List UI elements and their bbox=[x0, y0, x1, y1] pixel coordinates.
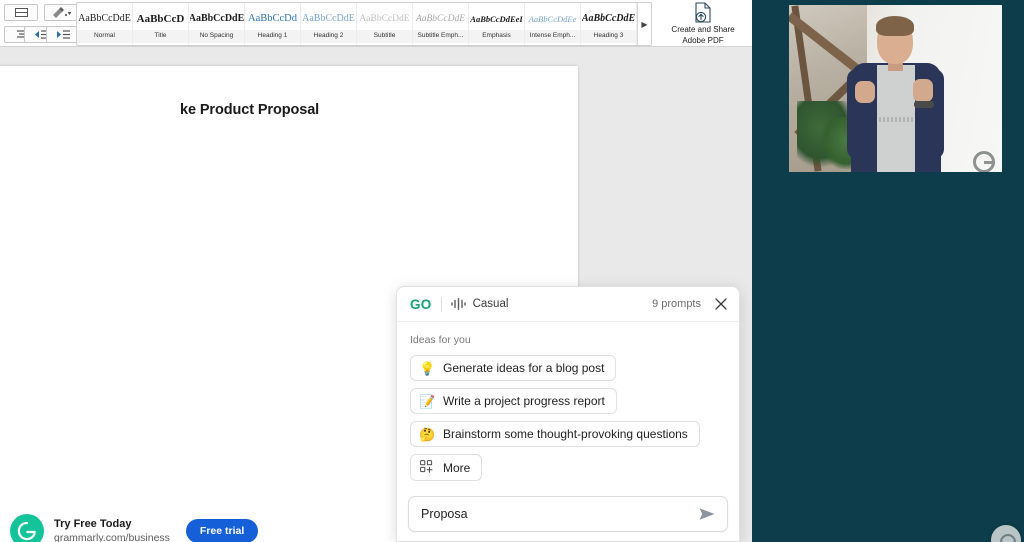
style-name: Normal bbox=[77, 29, 132, 43]
promo-title: Try Free Today bbox=[54, 518, 132, 530]
style-item-normal[interactable]: AaBbCcDdE Normal bbox=[77, 3, 133, 45]
prompt-count: 9 prompts bbox=[652, 298, 701, 310]
style-item-no-spacing[interactable]: AaBbCcDdE No Spacing bbox=[189, 3, 245, 45]
header-divider bbox=[440, 296, 442, 312]
style-item-subtitle[interactable]: AaBbCcDdE Subtitle bbox=[357, 3, 413, 45]
styles-gallery[interactable]: AaBbCcDdE Normal AaBbCcD Title AaBbCcDdE… bbox=[76, 2, 652, 46]
style-name: Heading 1 bbox=[245, 29, 300, 43]
style-sample: AaBbCcDd bbox=[248, 12, 297, 24]
document-heading[interactable]: ke Product Proposal bbox=[180, 102, 319, 118]
tone-label[interactable]: Casual bbox=[473, 298, 509, 310]
style-item-title[interactable]: AaBbCcD Title bbox=[133, 3, 189, 45]
idea-chip-brainstorm-questions[interactable]: 🤔 Brainstorm some thought-provoking ques… bbox=[410, 421, 700, 447]
style-sample: AaBbCcDdE bbox=[359, 13, 410, 24]
idea-chip-more[interactable]: More bbox=[410, 454, 483, 481]
style-item-heading-2[interactable]: AaBbCcDdE Heading 2 bbox=[301, 3, 357, 45]
style-item-intense-emphasis[interactable]: AaBbCcDdEe Intense Emph... bbox=[525, 3, 581, 45]
ribbon-paragraph-group bbox=[0, 0, 80, 47]
free-trial-button[interactable]: Free trial bbox=[185, 519, 259, 542]
idea-chip-blog-post[interactable]: 💡 Generate ideas for a blog post bbox=[410, 355, 617, 381]
create-share-adobe-pdf-button[interactable]: Create and Share Adobe PDF bbox=[662, 1, 744, 46]
style-name: Subtitle Emph... bbox=[413, 29, 468, 43]
style-name: Heading 3 bbox=[581, 29, 636, 43]
style-item-emphasis[interactable]: AaBbCcDdEeI Emphasis bbox=[469, 3, 525, 45]
presenter-watch bbox=[914, 101, 934, 108]
grid-plus-icon bbox=[419, 460, 434, 475]
borders-icon bbox=[14, 8, 28, 17]
adobe-pdf-label-line1: Create and Share bbox=[671, 25, 735, 34]
idea-label: More bbox=[443, 460, 471, 475]
style-item-heading-1[interactable]: AaBbCcDd Heading 1 bbox=[245, 3, 301, 45]
presenter-left-hand bbox=[855, 81, 875, 103]
grammarly-shirt-logo-icon bbox=[973, 151, 995, 172]
floating-grammarly-widget[interactable] bbox=[991, 525, 1021, 542]
grammarly-go-logo: GO bbox=[410, 296, 432, 312]
styles-gallery-more-button[interactable]: ▶ bbox=[637, 3, 651, 45]
increase-indent-button[interactable] bbox=[46, 26, 80, 43]
style-name: Intense Emph... bbox=[525, 29, 580, 43]
style-sample: AaBbCcDdEe bbox=[528, 13, 577, 24]
assistant-header: GO Casual 9 prompts bbox=[397, 287, 739, 322]
grammarly-assistant-panel: GO Casual 9 prompts Ideas for you � bbox=[396, 286, 740, 542]
style-sample: AaBbCcDdE bbox=[415, 13, 466, 24]
style-sample: AaBbCcDdE bbox=[189, 12, 244, 24]
memo-icon: 📝 bbox=[419, 393, 436, 409]
shading-icon bbox=[53, 7, 71, 18]
style-name: Heading 2 bbox=[301, 29, 356, 43]
style-sample: AaBbCcDdE bbox=[581, 12, 636, 24]
increase-indent-icon bbox=[56, 30, 70, 39]
thinking-face-icon: 🤔 bbox=[419, 426, 436, 442]
grammarly-logo-icon bbox=[10, 514, 44, 542]
assistant-footer: Proposa bbox=[397, 488, 739, 541]
presenter-hair bbox=[876, 16, 914, 36]
ribbon: AaBbCcDdE Normal AaBbCcD Title AaBbCcDdE… bbox=[0, 0, 752, 47]
send-icon bbox=[699, 508, 715, 520]
ideas-for-you-label: Ideas for you bbox=[410, 334, 471, 346]
presenter-right-hand bbox=[913, 79, 933, 102]
pdf-share-icon bbox=[695, 2, 711, 23]
style-sample: AaBbCcDdEeI bbox=[470, 13, 523, 24]
idea-label: Generate ideas for a blog post bbox=[443, 361, 605, 375]
style-item-heading-3[interactable]: AaBbCcDdE Heading 3 bbox=[581, 3, 637, 45]
prompt-input-row[interactable]: Proposa bbox=[408, 496, 728, 532]
promo-text-block: Try Free Today grammarly.com/business bbox=[54, 517, 170, 542]
grammarly-promo-bar: Try Free Today grammarly.com/business Fr… bbox=[10, 509, 270, 542]
close-icon bbox=[715, 298, 727, 310]
style-sample: AaBbCcDdE bbox=[302, 12, 355, 24]
send-button[interactable] bbox=[697, 504, 717, 524]
style-sample: AaBbCcD bbox=[136, 12, 185, 25]
style-name: Emphasis bbox=[469, 29, 524, 43]
shading-button[interactable] bbox=[44, 4, 78, 21]
prompt-input[interactable]: Proposa bbox=[421, 507, 697, 521]
adobe-pdf-label-line2: Adobe PDF bbox=[682, 35, 724, 45]
idea-chip-progress-report[interactable]: 📝 Write a project progress report bbox=[410, 388, 617, 414]
borders-button[interactable] bbox=[4, 4, 38, 21]
lightbulb-icon: 💡 bbox=[419, 360, 436, 376]
idea-label: Write a project progress report bbox=[443, 394, 605, 408]
grammarly-g-icon bbox=[17, 521, 36, 541]
tone-waveform-icon[interactable] bbox=[450, 298, 466, 310]
style-sample: AaBbCcDdE bbox=[78, 12, 131, 24]
style-item-subtitle-emphasis[interactable]: AaBbCcDdE Subtitle Emph... bbox=[413, 3, 469, 45]
style-name: Subtitle bbox=[357, 29, 412, 43]
assistant-body: Ideas for you 💡 Generate ideas for a blo… bbox=[397, 322, 739, 488]
idea-label: Brainstorm some thought-provoking questi… bbox=[443, 427, 688, 441]
screen: AaBbCcDdE Normal AaBbCcD Title AaBbCcDdE… bbox=[0, 0, 1024, 542]
style-name: No Spacing bbox=[189, 29, 244, 43]
style-name: Title bbox=[133, 29, 188, 43]
presenter-shirt-wordmark bbox=[879, 117, 913, 122]
close-button[interactable] bbox=[714, 297, 728, 311]
presenter-video-thumbnail[interactable] bbox=[789, 5, 1002, 172]
promo-url: grammarly.com/business bbox=[54, 532, 170, 542]
